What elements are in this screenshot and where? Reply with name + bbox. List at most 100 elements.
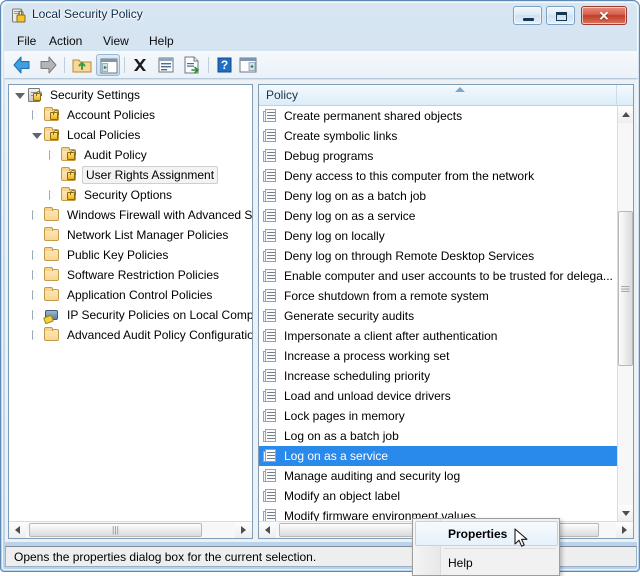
forward-icon[interactable] [36, 54, 60, 76]
policy-list-row[interactable]: Deny access to this computer from the ne… [259, 166, 617, 186]
policy-list-row[interactable]: Log on as a service [259, 446, 617, 466]
tree-item-security-settings[interactable]: Security Settings [9, 85, 252, 105]
arrow-right-icon [241, 526, 246, 534]
list-vscroll-thumb[interactable]: ||| [618, 211, 633, 366]
policy-list-row[interactable]: Enable computer and user accounts to be … [259, 266, 617, 286]
policy-setting-icon [263, 228, 279, 244]
folder-icon [44, 267, 62, 283]
policy-name-label: Impersonate a client after authenticatio… [284, 329, 498, 343]
policy-list-row[interactable]: Impersonate a client after authenticatio… [259, 326, 617, 346]
ipsec-icon [44, 307, 62, 323]
policy-list-row[interactable]: Force shutdown from a remote system [259, 286, 617, 306]
toolbar-separator [64, 57, 65, 73]
tree-hscroll-thumb[interactable]: ||| [29, 523, 202, 537]
show-action-pane-icon[interactable] [236, 54, 260, 76]
policy-list-row[interactable]: Increase scheduling priority [259, 366, 617, 386]
chevron-right-icon[interactable] [28, 327, 44, 343]
tree-item-user-rights-assignment[interactable]: User Rights Assignment [9, 165, 252, 185]
list-vertical-scrollbar[interactable]: ||| [617, 106, 633, 522]
tree-item-network-list-manager-policies[interactable]: Network List Manager Policies [9, 225, 252, 245]
chevron-right-icon[interactable] [45, 147, 61, 163]
security-settings-icon [27, 87, 45, 103]
policy-list-row[interactable]: Deny log on through Remote Desktop Servi… [259, 246, 617, 266]
policy-folder-icon [44, 107, 62, 123]
chevron-right-icon[interactable] [28, 267, 44, 283]
chevron-down-icon[interactable] [28, 127, 44, 143]
policy-list-row[interactable]: Lock pages in memory [259, 406, 617, 426]
list-hscroll-left-button[interactable] [259, 522, 276, 538]
tree-item-windows-firewall-with-advanced-secu[interactable]: Windows Firewall with Advanced Secu [9, 205, 252, 225]
menu-help[interactable]: Help [142, 33, 181, 50]
policy-list-row[interactable]: Create permanent shared objects [259, 106, 617, 126]
chevron-right-icon[interactable] [28, 107, 44, 123]
column-header-policy[interactable]: Policy [259, 85, 617, 105]
context-menu: Properties Help [412, 518, 560, 576]
folder-icon [44, 327, 62, 343]
policy-list-row[interactable]: Increase a process working set [259, 346, 617, 366]
context-menu-item-help[interactable]: Help [415, 550, 558, 575]
policy-list-row[interactable]: Deny log on locally [259, 226, 617, 246]
tree-item-software-restriction-policies[interactable]: Software Restriction Policies [9, 265, 252, 285]
policy-list-row[interactable]: Deny log on as a service [259, 206, 617, 226]
show-hide-tree-icon[interactable] [96, 54, 120, 76]
policy-list-row[interactable]: Create symbolic links [259, 126, 617, 146]
back-icon[interactable] [10, 54, 34, 76]
policy-name-label: Increase scheduling priority [284, 369, 431, 383]
properties-icon[interactable] [154, 54, 178, 76]
context-menu-item-properties[interactable]: Properties [415, 521, 558, 546]
tree-item-local-policies[interactable]: Local Policies [9, 125, 252, 145]
maximize-button[interactable] [546, 6, 575, 25]
expander-triangle-icon [32, 250, 38, 260]
tree-item-security-options[interactable]: Security Options [9, 185, 252, 205]
policy-setting-icon [263, 388, 279, 404]
chevron-right-icon[interactable] [28, 207, 44, 223]
policy-name-label: Modify an object label [284, 489, 401, 503]
list-vscroll-up-button[interactable] [618, 106, 633, 123]
arrow-left-icon [15, 526, 20, 534]
tree-item-audit-policy[interactable]: Audit Policy [9, 145, 252, 165]
column-header-label: Policy [266, 88, 299, 102]
policy-list[interactable]: Create permanent shared objects Create sy… [259, 106, 617, 522]
tree-item-account-policies[interactable]: Account Policies [9, 105, 252, 125]
expander-triangle-icon [32, 310, 38, 320]
export-list-icon[interactable] [180, 54, 204, 76]
policy-name-label: Manage auditing and security log [284, 469, 461, 483]
tree-horizontal-scrollbar[interactable]: ||| [9, 521, 252, 538]
tree-item-application-control-policies[interactable]: Application Control Policies [9, 285, 252, 305]
chevron-down-icon[interactable] [11, 87, 27, 103]
tree-view[interactable]: Security Settings Account Policies Local P… [9, 85, 252, 522]
chevron-right-icon[interactable] [28, 247, 44, 263]
list-column-header: Policy [259, 85, 633, 106]
list-hscroll-right-button[interactable] [616, 522, 633, 538]
help-icon[interactable]: ? [212, 54, 236, 76]
chevron-right-icon[interactable] [45, 187, 61, 203]
policy-setting-icon [263, 188, 279, 204]
chevron-right-icon[interactable] [28, 287, 44, 303]
tree-item-public-key-policies[interactable]: Public Key Policies [9, 245, 252, 265]
up-folder-icon[interactable] [70, 54, 94, 76]
menu-file[interactable]: File [10, 33, 43, 50]
arrow-right-icon [622, 526, 627, 534]
tree-item-advanced-audit-policy-configuration[interactable]: Advanced Audit Policy Configuration [9, 325, 252, 345]
close-button[interactable]: ✕ [581, 6, 627, 25]
menu-action[interactable]: Action [42, 33, 89, 50]
policy-list-row[interactable]: Modify an object label [259, 486, 617, 506]
tree-item-ip-security-policies-on-local-compute[interactable]: IP Security Policies on Local Compute [9, 305, 252, 325]
policy-list-row[interactable]: Generate security audits [259, 306, 617, 326]
title-bar[interactable]: Local Security Policy ✕ [1, 1, 640, 31]
policy-list-row[interactable]: Load and unload device drivers [259, 386, 617, 406]
policy-list-row[interactable]: Debug programs [259, 146, 617, 166]
menu-view[interactable]: View [96, 33, 136, 50]
tree-hscroll-left-button[interactable] [9, 522, 26, 538]
expander-triangle-icon [49, 190, 55, 200]
policy-setting-icon [263, 128, 279, 144]
tree-hscroll-right-button[interactable] [235, 522, 252, 538]
policy-name-label: Load and unload device drivers [284, 389, 451, 403]
policy-list-row[interactable]: Log on as a batch job [259, 426, 617, 446]
delete-icon[interactable] [128, 54, 152, 76]
policy-list-row[interactable]: Manage auditing and security log [259, 466, 617, 486]
policy-list-row[interactable]: Deny log on as a batch job [259, 186, 617, 206]
chevron-right-icon[interactable] [28, 307, 44, 323]
minimize-button[interactable] [513, 6, 542, 25]
list-vscroll-down-button[interactable] [618, 505, 633, 522]
